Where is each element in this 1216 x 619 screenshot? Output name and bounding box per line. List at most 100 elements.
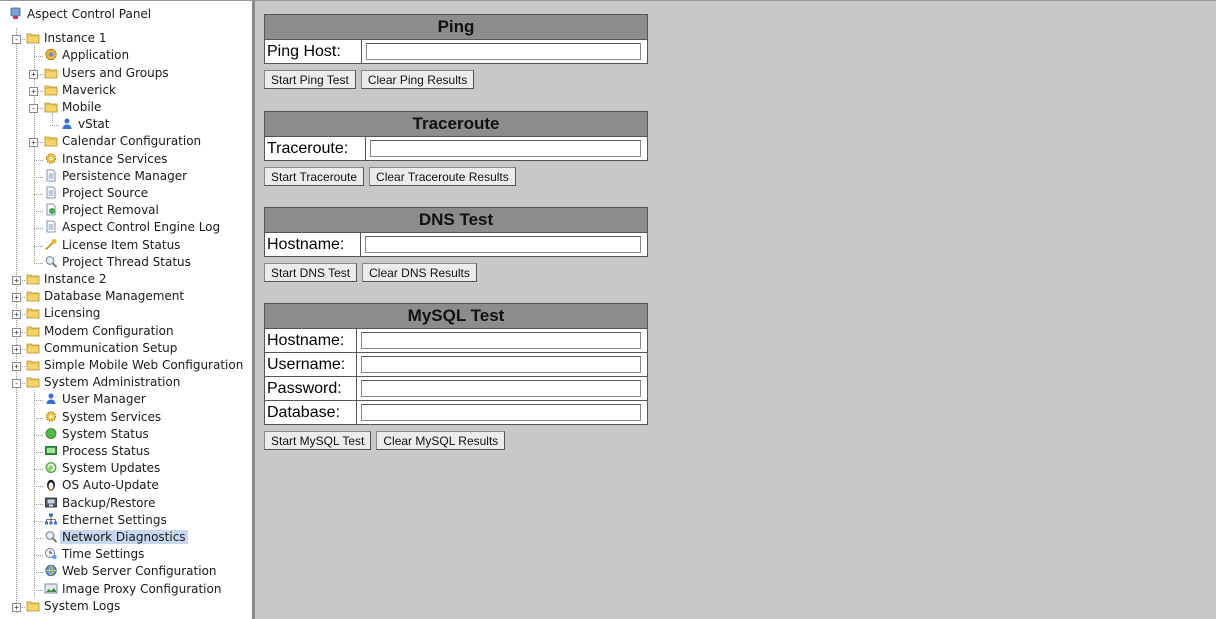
tree-item[interactable]: Instance 2 — [26, 271, 109, 288]
tree-item[interactable]: OS Auto-Update — [44, 477, 161, 494]
clear-ping-results-button[interactable]: Clear Ping Results — [360, 70, 475, 89]
mysql-password-input[interactable] — [361, 380, 641, 397]
tree-item[interactable]: Network Diagnostics — [44, 529, 188, 546]
expand-icon[interactable]: + — [12, 344, 21, 354]
collapse-icon[interactable]: - — [12, 379, 21, 389]
tree-item[interactable]: Users and Groups — [44, 65, 171, 82]
start-mysql-test-button[interactable]: Start MySQL Test — [264, 431, 372, 450]
expand-icon[interactable]: + — [29, 138, 38, 148]
mysql-database-input[interactable] — [361, 404, 641, 421]
tree-item[interactable]: System Updates — [44, 460, 162, 477]
tree-item[interactable]: vStat — [60, 116, 111, 133]
expand-icon[interactable]: + — [12, 276, 21, 285]
tree-item-label: System Logs — [44, 598, 121, 613]
tree-item[interactable]: Image Proxy Configuration — [44, 581, 223, 598]
tree-connector-line — [34, 538, 43, 539]
tree-item[interactable]: Instance 1 — [26, 30, 109, 47]
tree-item[interactable]: Backup/Restore — [44, 495, 158, 512]
expand-icon[interactable]: + — [12, 293, 21, 303]
collapse-icon[interactable]: - — [29, 104, 38, 113]
tree-item[interactable]: System Administration — [26, 374, 182, 391]
tree-item[interactable]: Project Thread Status — [44, 254, 193, 271]
tree-item[interactable]: Project Source — [44, 185, 150, 202]
start-traceroute-button[interactable]: Start Traceroute — [264, 167, 365, 186]
tree-item[interactable]: Calendar Configuration — [44, 133, 203, 150]
traceroute-input[interactable] — [370, 140, 641, 157]
expand-icon[interactable]: + — [12, 327, 21, 337]
expand-icon[interactable]: + — [29, 69, 38, 79]
expand-icon[interactable]: + — [29, 86, 38, 96]
tree-item[interactable]: Instance Services — [44, 151, 169, 168]
tree-item-label: Application — [62, 48, 130, 63]
control-panel-icon — [9, 7, 25, 21]
tree-item[interactable]: Project Removal — [44, 202, 161, 219]
folder-icon — [44, 134, 60, 148]
tree-item-label: User Manager — [62, 392, 146, 407]
mysql-password-label: Password: — [265, 377, 357, 400]
tree-item-label: Image Proxy Configuration — [62, 581, 222, 596]
ping-host-input[interactable] — [366, 43, 641, 60]
expand-icon[interactable]: + — [12, 310, 21, 320]
clear-mysql-results-button[interactable]: Clear MySQL Results — [376, 431, 506, 450]
tree-connector-line — [34, 452, 43, 453]
tree-item-label: System Updates — [62, 461, 161, 476]
tree-connector-line — [34, 572, 43, 574]
tree-connector-line — [34, 211, 43, 213]
tree-item-label: Backup/Restore — [62, 495, 156, 510]
tree-item[interactable]: Time Settings — [44, 546, 146, 563]
expand-icon[interactable]: + — [12, 602, 21, 612]
tree-item[interactable]: System Services — [44, 409, 163, 426]
tree-item-label: License Item Status — [62, 237, 181, 252]
folder-icon — [26, 358, 42, 372]
tree-item-label: Maverick — [62, 82, 117, 97]
start-dns-test-button[interactable]: Start DNS Test — [264, 263, 358, 282]
tree-item[interactable]: Process Status — [44, 443, 152, 460]
tree-connector-line — [34, 503, 43, 505]
tree-item[interactable]: Maverick — [44, 82, 118, 99]
tree-item[interactable]: Aspect Control Engine Log — [44, 219, 222, 236]
tree-connector-line — [50, 125, 59, 127]
expand-icon[interactable]: + — [12, 362, 21, 371]
tree-connector-line — [34, 228, 43, 230]
tree-item[interactable]: Licensing — [26, 305, 102, 322]
tree-connector-line — [34, 194, 43, 195]
tree-item[interactable]: Aspect Control Panel — [9, 6, 153, 23]
tree-item[interactable]: Simple Mobile Web Configuration — [26, 357, 245, 374]
ping-host-label: Ping Host: — [265, 40, 362, 63]
tree-item-label: Time Settings — [62, 547, 145, 562]
tree-guide-line — [16, 28, 17, 613]
traceroute-title: Traceroute — [264, 111, 648, 137]
tree-item-label: Instance 1 — [44, 31, 107, 46]
tree-item[interactable]: Mobile — [44, 99, 103, 116]
clear-dns-results-button[interactable]: Clear DNS Results — [362, 263, 477, 282]
process-icon — [44, 444, 60, 458]
tree-item-label: Modem Configuration — [44, 323, 174, 338]
tree-item[interactable]: Application — [44, 47, 131, 64]
mysql-username-input[interactable] — [361, 356, 641, 373]
services-icon — [44, 152, 60, 166]
tree-item[interactable]: Web Server Configuration — [44, 563, 219, 580]
tree-item[interactable]: System Status — [44, 426, 151, 443]
document-icon — [44, 186, 60, 200]
tree-item-label: Licensing — [44, 306, 101, 321]
traceroute-row: Traceroute: — [264, 137, 648, 161]
dns-hostname-input[interactable] — [365, 236, 641, 253]
penguin-icon — [44, 478, 60, 492]
collapse-icon[interactable]: - — [12, 35, 21, 45]
clock-icon — [44, 547, 60, 561]
clear-traceroute-results-button[interactable]: Clear Traceroute Results — [369, 167, 516, 186]
tree-item[interactable]: Modem Configuration — [26, 323, 176, 340]
tree-item[interactable]: Persistence Manager — [44, 168, 189, 185]
tree-item[interactable]: Communication Setup — [26, 340, 179, 357]
mysql-hostname-input[interactable] — [361, 332, 641, 349]
tree-item[interactable]: Database Management — [26, 288, 186, 305]
start-ping-test-button[interactable]: Start Ping Test — [264, 70, 356, 89]
tree-item[interactable]: License Item Status — [44, 237, 182, 254]
tree-connector-line — [34, 56, 43, 58]
folder-icon — [44, 83, 60, 97]
tree-item[interactable]: Ethernet Settings — [44, 512, 169, 529]
tree-item-label: OS Auto-Update — [62, 478, 159, 493]
tree-item[interactable]: User Manager — [44, 391, 148, 408]
tree-item-label: Aspect Control Engine Log — [62, 220, 221, 235]
tree-item[interactable]: System Logs — [26, 598, 122, 615]
